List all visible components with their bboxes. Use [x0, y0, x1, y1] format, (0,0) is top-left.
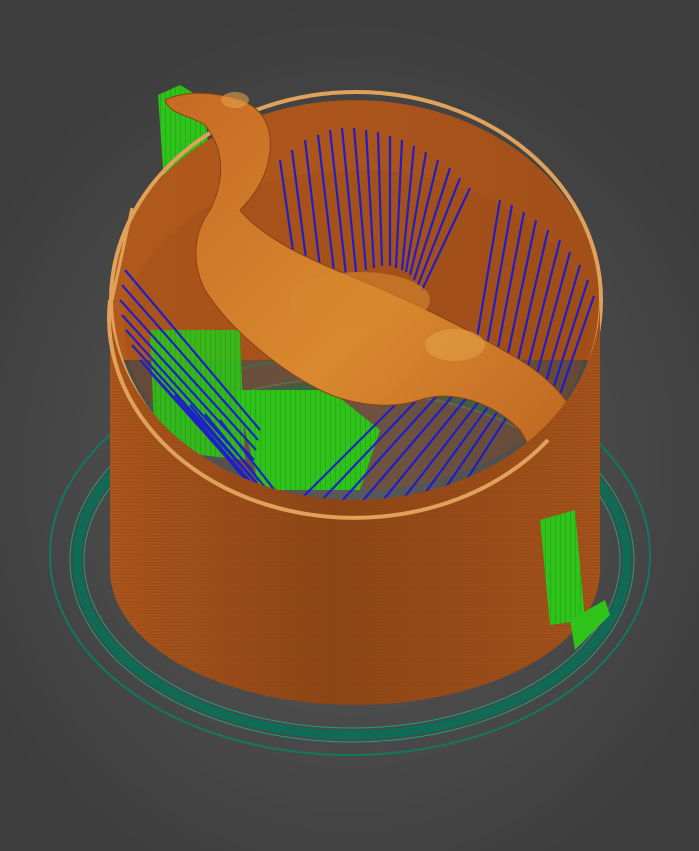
gcode-preview-viewport[interactable] [0, 0, 699, 851]
preview-canvas[interactable] [0, 0, 699, 851]
